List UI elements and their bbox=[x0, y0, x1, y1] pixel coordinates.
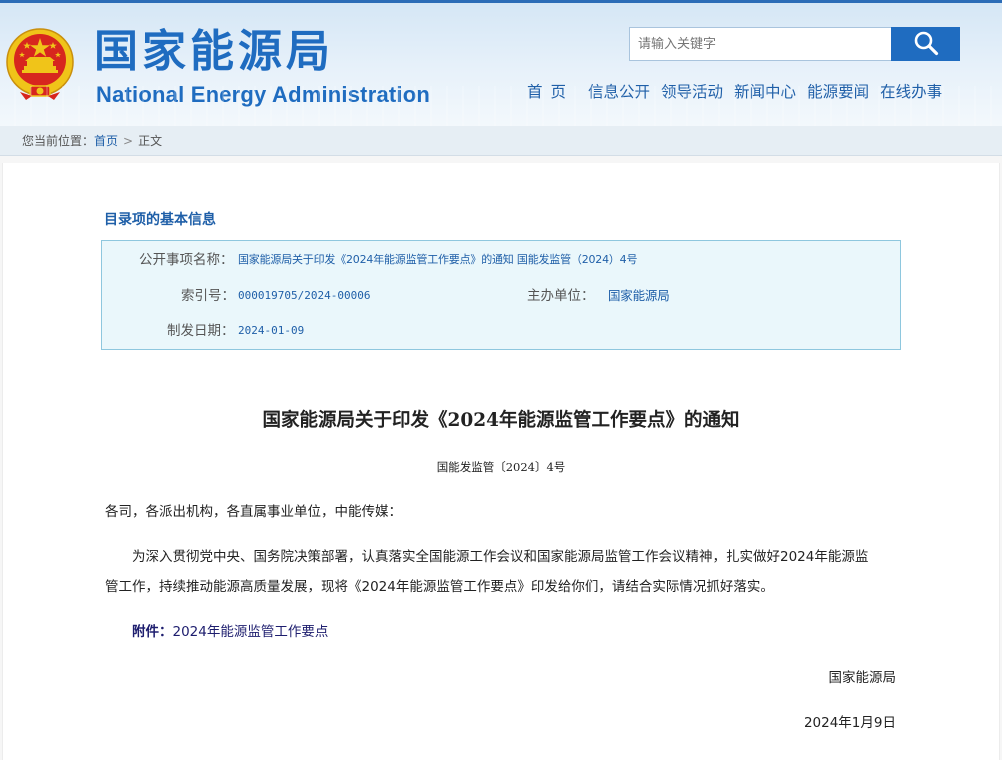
nav-item-leadership[interactable]: 领导活动 bbox=[661, 80, 723, 104]
info-section-heading: 目录项的基本信息 bbox=[104, 212, 216, 228]
site-title-cn[interactable]: 国家能源局 bbox=[94, 24, 334, 80]
info-box: 公开事项名称： 国家能源局关于印发《2024年能源监管工作要点》的通知 国能发监… bbox=[101, 240, 901, 350]
info-date-value: 2024-01-09 bbox=[238, 324, 305, 337]
attachment-label: 附件： bbox=[132, 624, 173, 640]
breadcrumb: 您当前位置：首页 > 正文 bbox=[0, 126, 1002, 156]
document-number: 国能发监管〔2024〕4号 bbox=[436, 460, 566, 474]
national-emblem-icon[interactable] bbox=[4, 26, 76, 102]
info-index-value: 000019705/2024-00006 bbox=[238, 289, 371, 302]
nav-item-news-center[interactable]: 新闻中心 bbox=[734, 80, 796, 104]
info-date-label: 制发日期： bbox=[167, 323, 235, 339]
document-date: 2024年1月9日 bbox=[803, 715, 896, 731]
document-title: 国家能源局关于印发《2024年能源监管工作要点》的通知 bbox=[262, 410, 740, 431]
document-body-line2: 管工作，持续推动能源高质量发展，现将《2024年能源监管工作要点》印发给你们，请… bbox=[105, 579, 774, 595]
info-index-label: 索引号： bbox=[181, 288, 235, 304]
search-input[interactable] bbox=[629, 27, 892, 61]
document-attachment: 附件：2024年能源监管工作要点 bbox=[132, 616, 328, 648]
nav-item-info-disclosure[interactable]: 信息公开 bbox=[588, 80, 650, 104]
attachment-link[interactable]: 2024年能源监管工作要点 bbox=[173, 624, 329, 640]
document-signature: 国家能源局 bbox=[828, 670, 897, 686]
info-name-value: 国家能源局关于印发《2024年能源监管工作要点》的通知 国能发监管（2024）4… bbox=[238, 253, 638, 266]
search-button[interactable] bbox=[891, 27, 960, 61]
site-title-en[interactable]: National Energy Administration bbox=[96, 81, 430, 109]
nav-item-online-services[interactable]: 在线办事 bbox=[880, 80, 942, 104]
info-org-value: 国家能源局 bbox=[608, 288, 670, 303]
document-body-line1: 为深入贯彻党中央、国务院决策部署，认真落实全国能源工作会议和国家能源局监管工作会… bbox=[132, 549, 869, 565]
breadcrumb-home-link[interactable]: 首页 bbox=[94, 134, 118, 148]
breadcrumb-current: 正文 bbox=[138, 134, 163, 148]
site-header: 国家能源局 National Energy Administration 首页 … bbox=[0, 0, 1002, 126]
main-nav: 首页 信息公开 领导活动 新闻中心 能源要闻 在线办事 bbox=[527, 80, 953, 104]
breadcrumb-prefix: 您当前位置： bbox=[22, 134, 95, 148]
breadcrumb-separator: > bbox=[123, 134, 134, 148]
info-org-label: 主办单位： bbox=[527, 288, 595, 304]
nav-item-energy-news[interactable]: 能源要闻 bbox=[807, 80, 869, 104]
nav-item-home[interactable]: 首页 bbox=[527, 80, 574, 104]
document-salutation: 各司，各派出机构，各直属事业单位，中能传媒： bbox=[105, 504, 402, 520]
info-name-label: 公开事项名称： bbox=[139, 252, 234, 268]
search-icon bbox=[913, 30, 939, 59]
